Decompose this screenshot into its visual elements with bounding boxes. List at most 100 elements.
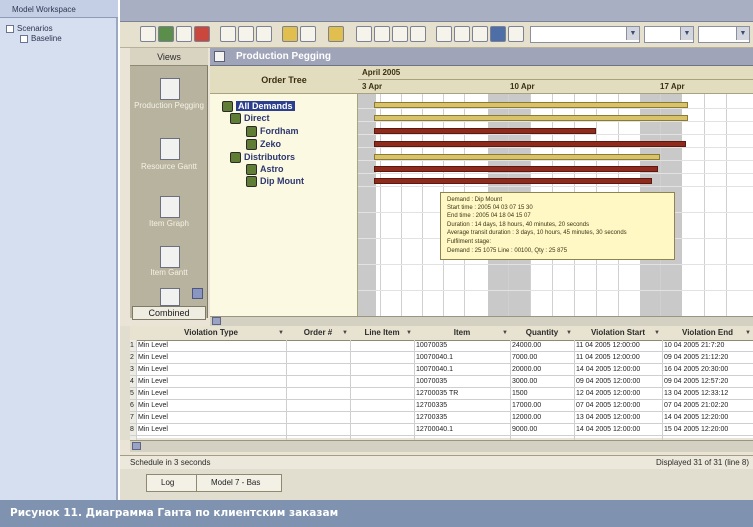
model-workspace-panel (0, 0, 118, 500)
pegging-up-icon[interactable] (282, 26, 298, 42)
split-icon[interactable] (454, 26, 470, 42)
item-graph-view-icon[interactable] (160, 196, 180, 218)
combined-tab[interactable]: Combined (132, 306, 206, 320)
column-header-order[interactable]: Order # ▼ (286, 326, 351, 341)
gantt-bar-zeko[interactable] (374, 141, 686, 147)
expand-icon[interactable] (20, 34, 28, 43)
sort-arrow-icon[interactable]: ▼ (406, 326, 412, 340)
sort-arrow-icon[interactable]: ▼ (342, 326, 348, 340)
row-number: 3 (130, 366, 134, 373)
column-header-item[interactable]: Item ▼ (414, 326, 511, 341)
production-pegging-view-icon[interactable] (160, 78, 180, 100)
column-header-line-item[interactable]: Line Item ▼ (350, 326, 415, 341)
gantt-bar-direct[interactable] (374, 115, 688, 121)
column-header-violation-type[interactable]: Violation Type ▼ (136, 326, 287, 341)
scroll-left-icon[interactable] (132, 442, 141, 450)
scroll-left-icon[interactable] (212, 317, 221, 325)
expand-icon[interactable] (6, 24, 14, 33)
view-label-item-graph[interactable]: Item Graph (132, 219, 206, 228)
table-cell: 13 04 2005 12:33:12 (664, 390, 729, 397)
zoom-out-icon[interactable] (238, 26, 254, 42)
view-label-resource-gantt[interactable]: Resource Gantt (132, 162, 206, 171)
table-cell: 10070040.1 (416, 366, 453, 373)
figure-caption: Рисунок 11. Диаграмма Ганта по клиентски… (10, 507, 339, 519)
gantt-bar-dip-mount[interactable] (374, 178, 652, 184)
resource-gantt-view-icon[interactable] (160, 138, 180, 160)
grid-row-line (358, 121, 753, 122)
row-number: 1 (130, 342, 134, 349)
tree-node-fordham[interactable]: Fordham (246, 126, 299, 138)
table-cell: 17000.00 (512, 402, 542, 409)
chevron-down-icon[interactable]: ▼ (736, 27, 749, 40)
chevron-down-icon[interactable]: ▼ (680, 27, 693, 40)
tree-item-baseline[interactable]: Baseline (20, 34, 62, 43)
sort-arrow-icon[interactable]: ▼ (745, 326, 751, 340)
gantt-horizontal-scrollbar[interactable] (210, 316, 753, 326)
link-icon[interactable] (410, 26, 426, 42)
filter-icon[interactable] (392, 26, 408, 42)
chevron-down-icon[interactable]: ▼ (626, 27, 639, 40)
zoom-in-icon[interactable] (220, 26, 236, 42)
move-icon[interactable] (436, 26, 452, 42)
filter-dropdown[interactable]: ▼ (698, 26, 750, 43)
customer-icon (246, 126, 257, 138)
table-cell: 13 04 2005 12:00:00 (576, 414, 641, 421)
select-icon[interactable] (374, 26, 390, 42)
tree-node-direct[interactable]: Direct (230, 113, 270, 125)
view-label-item-gantt[interactable]: Item Gantt (132, 268, 206, 277)
pointer-icon[interactable] (356, 26, 372, 42)
view-label-production-pegging[interactable]: Production Pegging (132, 101, 206, 110)
row-number: 7 (130, 414, 134, 421)
gantt-bar-distributors[interactable] (374, 154, 660, 160)
tree-item-scenarios[interactable]: Scenarios (6, 24, 53, 33)
table-cell (352, 413, 412, 423)
gantt-day-header: 3 Apr 10 Apr 17 Apr (358, 80, 753, 94)
stop-icon[interactable] (194, 26, 210, 42)
table-icon[interactable] (472, 26, 488, 42)
play-icon[interactable] (158, 26, 174, 42)
combined-view-icon[interactable] (160, 288, 180, 306)
table-horizontal-scrollbar[interactable] (130, 440, 753, 452)
tree-node-zeko[interactable]: Zeko (246, 139, 281, 151)
zoom-fit-icon[interactable] (256, 26, 272, 42)
table-cell: 12700040.1 (416, 426, 453, 433)
highlight-icon[interactable] (328, 26, 344, 42)
column-header-quantity[interactable]: Quantity ▼ (510, 326, 575, 341)
column-header-violation-start[interactable]: Violation Start ▼ (574, 326, 663, 341)
tab-model[interactable]: Model 7 - Bas (196, 474, 282, 492)
tree-node-dip-mount[interactable]: Dip Mount (246, 176, 304, 188)
gantt-tooltip: Demand : Dip Mount Start time : 2005 04 … (440, 192, 675, 260)
table-cell: 16 04 2005 20:30:00 (664, 366, 729, 373)
gantt-bar-fordham[interactable] (374, 128, 596, 134)
tree-node-astro[interactable]: Astro (246, 164, 284, 176)
tab-log[interactable]: Log (146, 474, 202, 492)
window-icon (214, 51, 225, 62)
sort-arrow-icon[interactable]: ▼ (278, 326, 284, 340)
demand-icon (230, 113, 241, 125)
columns-icon[interactable] (490, 26, 506, 42)
customer-icon (246, 139, 257, 151)
tooltip-line: Fulfilment stage: (447, 239, 492, 245)
gantt-bar-astro[interactable] (374, 166, 658, 172)
tree-node-all-demands[interactable]: All Demands (222, 101, 295, 113)
table-cell: Min Level (138, 378, 168, 385)
item-gantt-view-icon[interactable] (160, 246, 180, 268)
sort-arrow-icon[interactable]: ▼ (654, 326, 660, 340)
tree-node-distributors[interactable]: Distributors (230, 152, 295, 164)
production-pegging-title: Production Pegging (236, 51, 331, 62)
chart-icon[interactable] (176, 26, 192, 42)
pegging-down-icon[interactable] (300, 26, 316, 42)
layout-icon[interactable] (508, 26, 524, 42)
sort-arrow-icon[interactable]: ▼ (502, 326, 508, 340)
grid-view-icon[interactable] (140, 26, 156, 42)
table-cell (352, 377, 412, 387)
sort-arrow-icon[interactable]: ▼ (566, 326, 572, 340)
zoom-dropdown[interactable]: ▼ (644, 26, 694, 43)
table-cell (352, 341, 412, 351)
column-header-violation-end[interactable]: Violation End ▼ (662, 326, 753, 341)
table-cell: 15 04 2005 12:20:00 (664, 426, 729, 433)
gantt-bar-all-demands[interactable] (374, 102, 688, 108)
view-selector-dropdown[interactable]: ▼ (530, 26, 640, 43)
scroll-down-icon[interactable] (192, 288, 203, 299)
row-number: 6 (130, 402, 134, 409)
